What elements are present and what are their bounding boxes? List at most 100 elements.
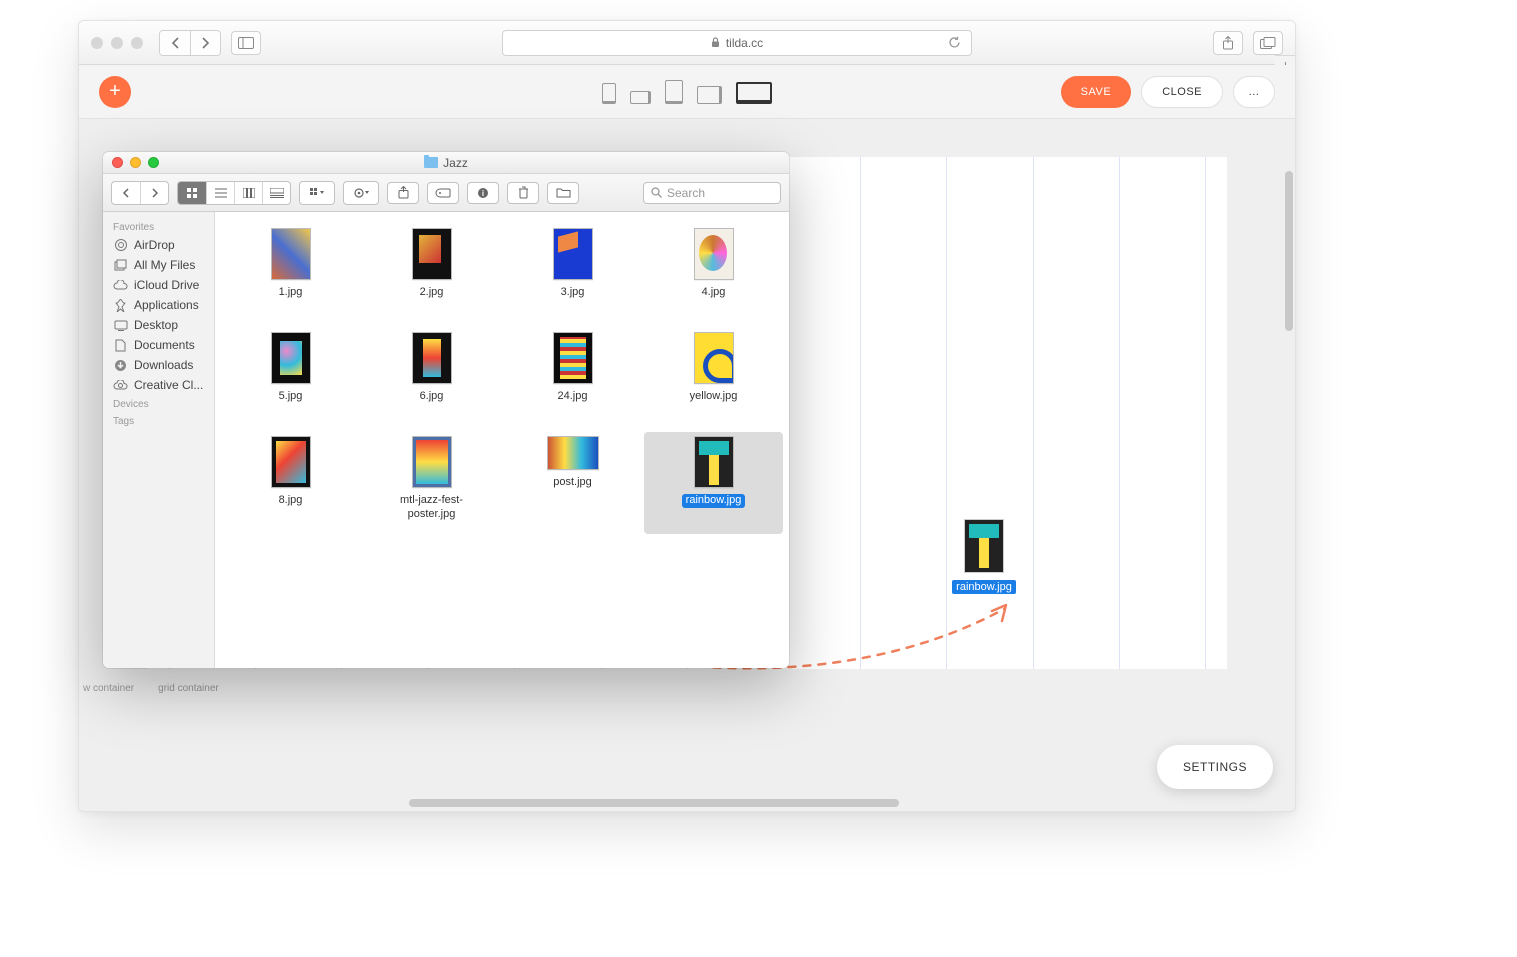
sidebar-item-label: Desktop bbox=[134, 318, 178, 332]
sidebar-item-applications[interactable]: Applications bbox=[103, 295, 214, 315]
file-item[interactable]: mtl-jazz-fest-poster.jpg bbox=[362, 432, 501, 534]
file-name: mtl-jazz-fest-poster.jpg bbox=[377, 494, 487, 522]
file-thumb bbox=[553, 228, 593, 280]
file-name: 1.jpg bbox=[279, 286, 303, 300]
file-thumb bbox=[412, 228, 452, 280]
file-item[interactable]: 8.jpg bbox=[221, 432, 360, 534]
sidebar-section-devices: Devices bbox=[103, 395, 214, 412]
vertical-scrollbar[interactable] bbox=[1285, 171, 1293, 331]
icon-view-button[interactable] bbox=[178, 182, 206, 204]
dropped-file-preview[interactable]: rainbow.jpg bbox=[949, 519, 1019, 595]
finder-zoom-button[interactable] bbox=[148, 157, 159, 168]
finder-forward-button[interactable] bbox=[140, 182, 168, 204]
finder-newfolder-button[interactable] bbox=[547, 182, 579, 204]
close-window-dot[interactable] bbox=[91, 37, 103, 49]
sidebar-item-label: Downloads bbox=[134, 358, 193, 372]
sidebar-section-tags: Tags bbox=[103, 412, 214, 429]
finder-trash-button[interactable] bbox=[507, 182, 539, 204]
add-block-button[interactable]: + bbox=[99, 76, 131, 108]
file-name: 8.jpg bbox=[279, 494, 303, 508]
sidebar-item-label: Creative Cl... bbox=[134, 378, 203, 392]
finder-info-button[interactable]: i bbox=[467, 182, 499, 204]
apps-icon bbox=[113, 298, 128, 312]
list-view-button[interactable] bbox=[206, 182, 234, 204]
grid-icon bbox=[186, 187, 198, 199]
minimize-window-dot[interactable] bbox=[111, 37, 123, 49]
sidebar-section-favorites: Favorites bbox=[103, 218, 214, 235]
horizontal-scrollbar[interactable] bbox=[409, 799, 899, 807]
address-bar[interactable]: tilda.cc bbox=[502, 30, 972, 56]
arrange-button[interactable] bbox=[300, 182, 334, 204]
svg-text:i: i bbox=[482, 189, 484, 198]
nav-buttons bbox=[159, 30, 221, 56]
finder-titlebar[interactable]: Jazz bbox=[103, 152, 789, 174]
finder-tags-button[interactable] bbox=[427, 182, 459, 204]
column-view-button[interactable] bbox=[234, 182, 262, 204]
device-preview-switcher bbox=[602, 80, 772, 104]
file-name: 6.jpg bbox=[420, 390, 444, 404]
device-phone-button[interactable] bbox=[602, 83, 616, 104]
reload-button[interactable] bbox=[948, 36, 961, 49]
finder-minimize-button[interactable] bbox=[130, 157, 141, 168]
sidebar-item-airdrop[interactable]: AirDrop bbox=[103, 235, 214, 255]
arrange-icon bbox=[310, 188, 324, 198]
file-thumb bbox=[412, 332, 452, 384]
settings-button[interactable]: SETTINGS bbox=[1157, 745, 1273, 789]
finder-share-button[interactable] bbox=[387, 182, 419, 204]
bottom-label: w container bbox=[83, 683, 134, 731]
back-button[interactable] bbox=[160, 31, 190, 55]
zoom-window-dot[interactable] bbox=[131, 37, 143, 49]
sidebar-item-icloud[interactable]: iCloud Drive bbox=[103, 275, 214, 295]
list-icon bbox=[215, 188, 227, 198]
file-item[interactable]: 24.jpg bbox=[503, 328, 642, 430]
file-item[interactable]: 2.jpg bbox=[362, 224, 501, 326]
chevron-left-icon bbox=[171, 37, 180, 49]
reload-icon bbox=[948, 36, 961, 49]
device-desktop-button[interactable] bbox=[736, 82, 772, 104]
file-item[interactable]: yellow.jpg bbox=[644, 328, 783, 430]
sidebar-item-allfiles[interactable]: All My Files bbox=[103, 255, 214, 275]
file-item[interactable]: rainbow.jpg bbox=[644, 432, 783, 534]
canvas-bottom-labels: w container grid container bbox=[79, 671, 1295, 731]
forward-button[interactable] bbox=[190, 31, 220, 55]
device-tablet-button[interactable] bbox=[665, 80, 683, 104]
save-button[interactable]: SAVE bbox=[1061, 76, 1132, 108]
file-item[interactable]: 3.jpg bbox=[503, 224, 642, 326]
finder-search-placeholder: Search bbox=[667, 186, 705, 200]
info-icon: i bbox=[477, 187, 489, 199]
device-phone-land-button[interactable] bbox=[630, 91, 651, 104]
finder-back-button[interactable] bbox=[112, 182, 140, 204]
device-tablet-land-button[interactable] bbox=[697, 86, 722, 104]
action-button[interactable] bbox=[344, 182, 378, 204]
bottom-label: grid container bbox=[158, 683, 219, 731]
lock-icon bbox=[711, 37, 720, 48]
sidebar-item-creativecloud[interactable]: Creative Cl... bbox=[103, 375, 214, 395]
sidebar-item-downloads[interactable]: Downloads bbox=[103, 355, 214, 375]
file-item[interactable]: 4.jpg bbox=[644, 224, 783, 326]
finder-file-grid[interactable]: 1.jpg 2.jpg 3.jpg 4.jpg 5.jpg 6.jpg 24.jpgyell… bbox=[215, 212, 789, 668]
finder-action-group bbox=[343, 181, 379, 205]
close-button[interactable]: CLOSE bbox=[1141, 76, 1223, 108]
file-item[interactable]: 5.jpg bbox=[221, 328, 360, 430]
coverflow-view-button[interactable] bbox=[262, 182, 290, 204]
sidebar-item-desktop[interactable]: Desktop bbox=[103, 315, 214, 335]
share-icon bbox=[398, 186, 409, 199]
finder-window-controls bbox=[112, 157, 159, 168]
file-thumb bbox=[694, 228, 734, 280]
sidebar-item-documents[interactable]: Documents bbox=[103, 335, 214, 355]
file-name: rainbow.jpg bbox=[682, 494, 746, 508]
file-name: 2.jpg bbox=[420, 286, 444, 300]
more-button[interactable]: ... bbox=[1233, 76, 1275, 108]
file-item[interactable]: 6.jpg bbox=[362, 328, 501, 430]
documents-icon bbox=[113, 338, 128, 352]
file-name: 3.jpg bbox=[561, 286, 585, 300]
share-button[interactable] bbox=[1213, 31, 1243, 55]
tabs-button[interactable] bbox=[1253, 31, 1283, 55]
trash-icon bbox=[518, 186, 529, 199]
downloads-icon bbox=[113, 358, 128, 372]
finder-search-input[interactable]: Search bbox=[643, 182, 781, 204]
file-item[interactable]: 1.jpg bbox=[221, 224, 360, 326]
sidebar-toggle-button[interactable] bbox=[231, 31, 261, 55]
file-item[interactable]: post.jpg bbox=[503, 432, 642, 534]
finder-close-button[interactable] bbox=[112, 157, 123, 168]
